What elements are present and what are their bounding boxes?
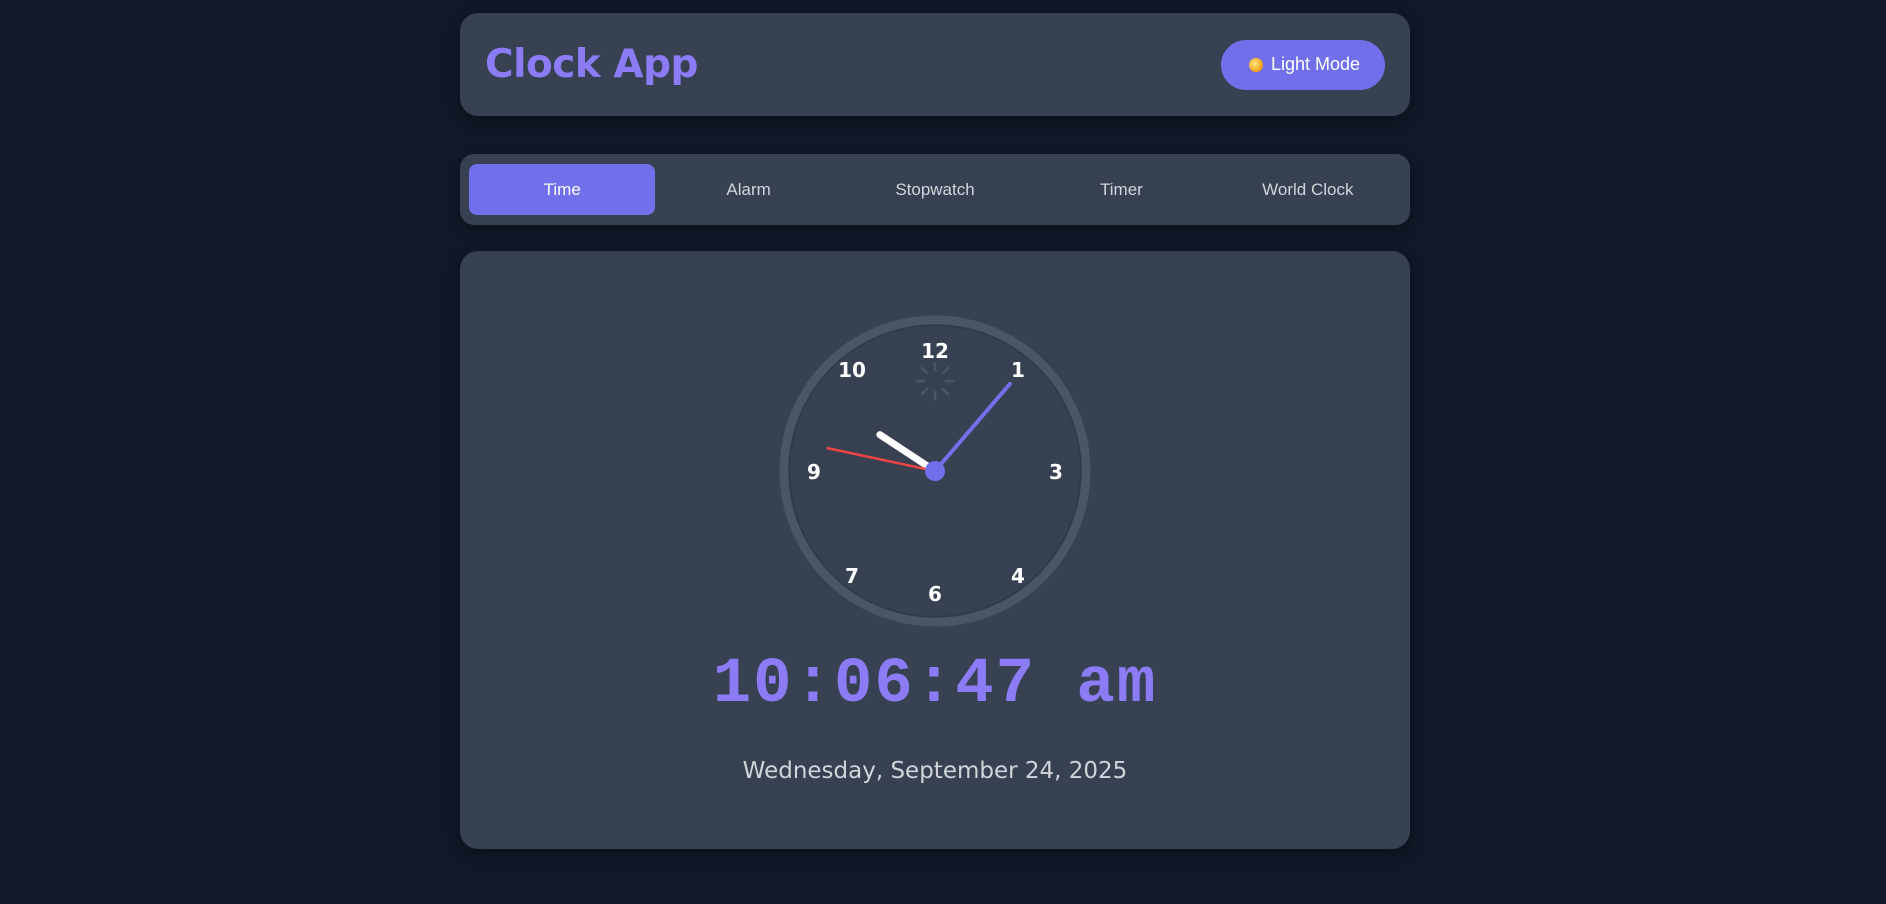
numeral-4: 4: [1011, 564, 1025, 588]
numeral-9: 9: [807, 460, 821, 484]
tab-timer[interactable]: Timer: [1028, 164, 1214, 215]
tab-world-clock[interactable]: World Clock: [1215, 164, 1401, 215]
tab-alarm[interactable]: Alarm: [655, 164, 841, 215]
digital-time: 10:06:47 am: [712, 649, 1158, 721]
app-title: Clock App: [485, 42, 698, 87]
clock-center-pin: [925, 461, 945, 481]
light-mode-toggle-button[interactable]: Light Mode: [1220, 39, 1385, 90]
app-header: Clock App Light Mode: [460, 13, 1410, 116]
numeral-12: 12: [921, 339, 949, 363]
tab-time[interactable]: Time: [469, 164, 656, 215]
tab-stopwatch[interactable]: Stopwatch: [842, 164, 1028, 215]
numeral-7: 7: [845, 564, 859, 588]
numeral-6: 6: [928, 582, 942, 606]
numeral-3: 3: [1049, 460, 1063, 484]
time-panel: 12 1 3 4 6 7 9 10 10:06:47 am Wednesday,…: [460, 251, 1410, 849]
numeral-10: 10: [838, 358, 866, 382]
sun-icon: [1248, 57, 1263, 72]
current-date: Wednesday, September 24, 2025: [742, 758, 1128, 784]
light-mode-label: Light Mode: [1270, 54, 1360, 74]
tab-bar: Time Alarm Stopwatch Timer World Clock: [460, 154, 1410, 225]
numeral-1: 1: [1011, 358, 1025, 382]
analog-clock: 12 1 3 4 6 7 9 10: [779, 315, 1091, 627]
